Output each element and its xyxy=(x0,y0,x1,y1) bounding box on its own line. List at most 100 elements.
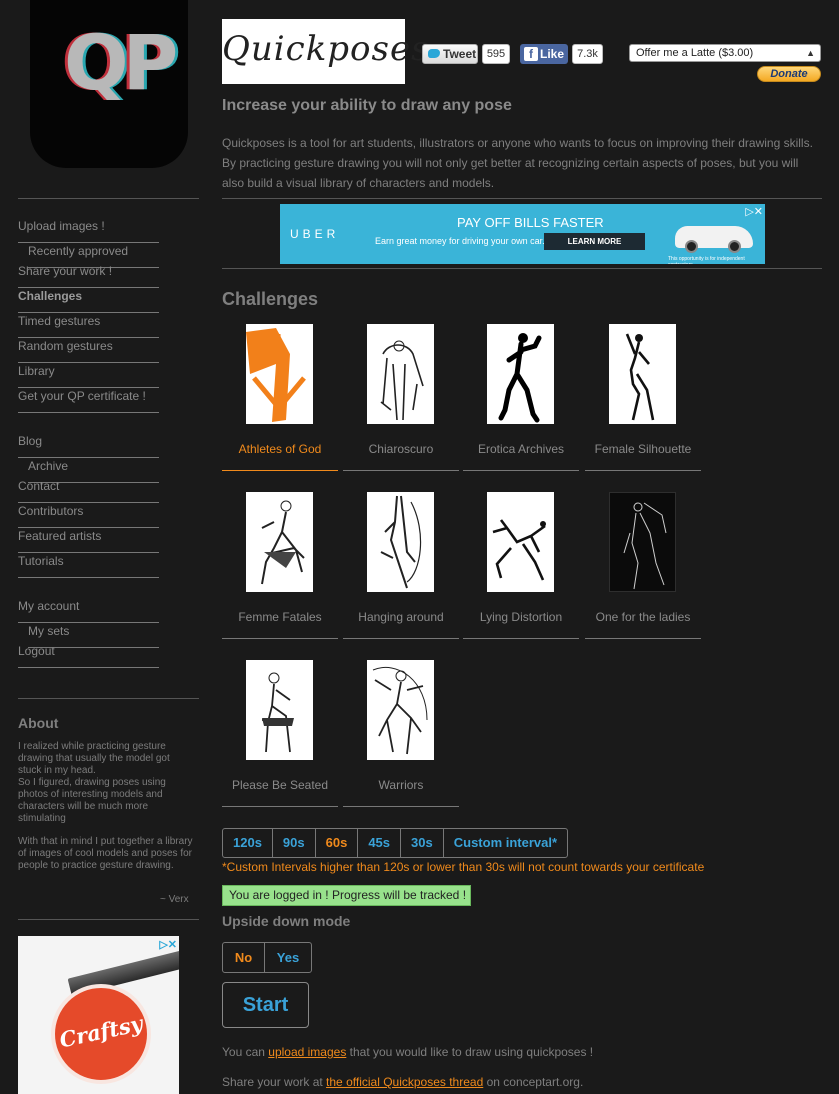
facebook-icon: f xyxy=(524,47,538,61)
challenge-tile[interactable]: Hanging around xyxy=(343,492,459,639)
intro-text: Quickposes is a tool for art students, i… xyxy=(222,136,813,190)
interval-button-custom-interval[interactable]: Custom interval* xyxy=(444,829,567,857)
challenge-tile[interactable]: Erotica Archives xyxy=(463,324,579,471)
challenge-label[interactable]: Warriors xyxy=(343,778,459,792)
start-button[interactable]: Start xyxy=(222,982,309,1028)
challenge-tile[interactable]: Lying Distortion xyxy=(463,492,579,639)
challenge-label[interactable]: Athletes of God xyxy=(222,442,338,456)
challenge-label[interactable]: Please Be Seated xyxy=(222,778,338,792)
tweet-label: Tweet xyxy=(443,47,477,61)
upload-hint: You can upload images that you would lik… xyxy=(222,1045,593,1059)
wheel-icon xyxy=(685,240,698,253)
challenge-label[interactable]: Erotica Archives xyxy=(463,442,579,456)
tweet-count: 595 xyxy=(482,44,510,64)
challenge-label[interactable]: Hanging around xyxy=(343,610,459,624)
sidebar-item-blog[interactable]: Blog xyxy=(18,433,159,458)
challenge-tile[interactable]: Femme Fatales xyxy=(222,492,338,639)
adchoices-icon[interactable]: ▷✕ xyxy=(159,938,177,951)
sidebar-item-library[interactable]: Library xyxy=(18,363,159,388)
login-status-message: You are logged in ! Progress will be tra… xyxy=(222,885,471,906)
challenge-tile[interactable]: Athletes of God xyxy=(222,324,338,471)
donate-button[interactable]: Donate xyxy=(757,66,821,82)
interval-button-45s[interactable]: 45s xyxy=(358,829,402,857)
challenge-label[interactable]: Femme Fatales xyxy=(222,610,338,624)
learn-more-button[interactable]: LEARN MORE xyxy=(544,233,645,250)
page-tagline: Increase your ability to draw any pose xyxy=(222,97,512,114)
interval-button-120s[interactable]: 120s xyxy=(223,829,273,857)
challenge-label[interactable]: Female Silhouette xyxy=(585,442,701,456)
text: that you would like to draw using quickp… xyxy=(346,1045,594,1059)
sidebar-item-challenges[interactable]: Challenges xyxy=(18,288,159,313)
about-signature: ~ Verx xyxy=(160,894,189,905)
selected-option: Offer me a Latte ($3.00) xyxy=(636,47,754,59)
logo-text: QP xyxy=(64,18,178,107)
upside-down-toggle: No Yes xyxy=(222,942,312,973)
sidebar-item-contact[interactable]: Contact xyxy=(18,478,159,503)
challenge-tile[interactable]: Chiaroscuro xyxy=(343,324,459,471)
upload-images-link[interactable]: upload images xyxy=(268,1045,346,1059)
challenge-tile[interactable]: Please Be Seated xyxy=(222,660,338,807)
tweet-button[interactable]: Tweet xyxy=(422,44,478,64)
sidebar-item-contributors[interactable]: Contributors xyxy=(18,503,159,528)
challenge-thumbnail[interactable] xyxy=(609,492,676,592)
site-logo[interactable]: QP xyxy=(30,0,188,168)
upside-no-button[interactable]: No xyxy=(223,943,265,972)
quickposes-thread-link[interactable]: the official Quickposes thread xyxy=(326,1075,483,1089)
sidebar-item-get-your-qp-certificate[interactable]: Get your QP certificate ! xyxy=(18,388,159,413)
craftsy-ad[interactable]: ▷✕ Craftsy xyxy=(18,936,179,1094)
ad-headline: PAY OFF BILLS FASTER xyxy=(457,215,604,230)
text: Share your work at xyxy=(222,1075,327,1089)
uber-ad[interactable]: UBER PAY OFF BILLS FASTER Earn great mon… xyxy=(280,204,765,264)
brand-wordmark: Quickposes xyxy=(222,29,430,69)
challenge-thumbnail[interactable] xyxy=(367,324,434,424)
challenge-thumbnail[interactable] xyxy=(487,324,554,424)
challenge-thumbnail[interactable] xyxy=(367,492,434,592)
section-title: Challenges xyxy=(222,289,319,309)
sidebar-item-logout[interactable]: Logout xyxy=(18,643,159,668)
ad-fine-print: This opportunity is for independent cont… xyxy=(668,256,745,264)
uber-logo: UBER xyxy=(290,227,340,241)
donation-amount-select[interactable]: Offer me a Latte ($3.00) ▲▼ xyxy=(629,44,821,74)
like-count: 7.3k xyxy=(572,44,603,64)
divider xyxy=(222,268,822,269)
interval-button-30s[interactable]: 30s xyxy=(401,829,444,857)
upside-yes-button[interactable]: Yes xyxy=(265,943,311,972)
sidebar-item-tutorials[interactable]: Tutorials xyxy=(18,553,159,578)
divider xyxy=(18,198,199,199)
share-hint: Share your work at the official Quickpos… xyxy=(222,1075,583,1089)
ad-subtext: Earn great money for driving your own ca… xyxy=(375,236,545,246)
sidebar-item-share-your-work[interactable]: Share your work ! xyxy=(18,263,159,288)
sidebar-item-featured-artists[interactable]: Featured artists xyxy=(18,528,159,553)
challenge-tile[interactable]: One for the ladies xyxy=(585,492,701,639)
challenge-thumbnail[interactable] xyxy=(367,660,434,760)
about-title: About xyxy=(18,715,59,731)
challenge-label[interactable]: Chiaroscuro xyxy=(343,442,459,456)
about-paragraph: I realized while practicing gesture draw… xyxy=(18,741,170,776)
sidebar-item-my-account[interactable]: My account xyxy=(18,598,159,623)
challenge-thumbnail[interactable] xyxy=(609,324,676,424)
facebook-like-button[interactable]: f Like xyxy=(520,44,568,64)
challenge-thumbnail[interactable] xyxy=(487,492,554,592)
divider xyxy=(18,919,199,920)
challenge-thumbnail[interactable] xyxy=(246,660,313,760)
like-label: Like xyxy=(540,47,565,61)
challenge-thumbnail[interactable] xyxy=(246,492,313,592)
challenge-thumbnail[interactable] xyxy=(246,324,313,424)
challenge-label[interactable]: One for the ladies xyxy=(585,610,701,624)
sidebar-item-upload-images[interactable]: Upload images ! xyxy=(18,218,159,243)
quickposes-logo[interactable]: Quickposes xyxy=(222,19,430,84)
challenge-label[interactable]: Lying Distortion xyxy=(463,610,579,624)
sidebar-item-random-gestures[interactable]: Random gestures xyxy=(18,338,159,363)
divider xyxy=(18,698,199,699)
adchoices-icon[interactable]: ▷✕ xyxy=(745,205,763,218)
challenge-tile[interactable]: Female Silhouette xyxy=(585,324,701,471)
text: You can xyxy=(222,1045,269,1059)
upside-down-title: Upside down mode xyxy=(222,913,351,929)
interval-warning: *Custom Intervals higher than 120s or lo… xyxy=(222,860,705,874)
challenge-tile[interactable]: Warriors xyxy=(343,660,459,807)
wheel-icon xyxy=(728,240,741,253)
sidebar-item-timed-gestures[interactable]: Timed gestures xyxy=(18,313,159,338)
interval-button-90s[interactable]: 90s xyxy=(273,829,316,857)
text: on conceptart.org. xyxy=(483,1075,584,1089)
interval-button-60s[interactable]: 60s xyxy=(316,829,359,857)
